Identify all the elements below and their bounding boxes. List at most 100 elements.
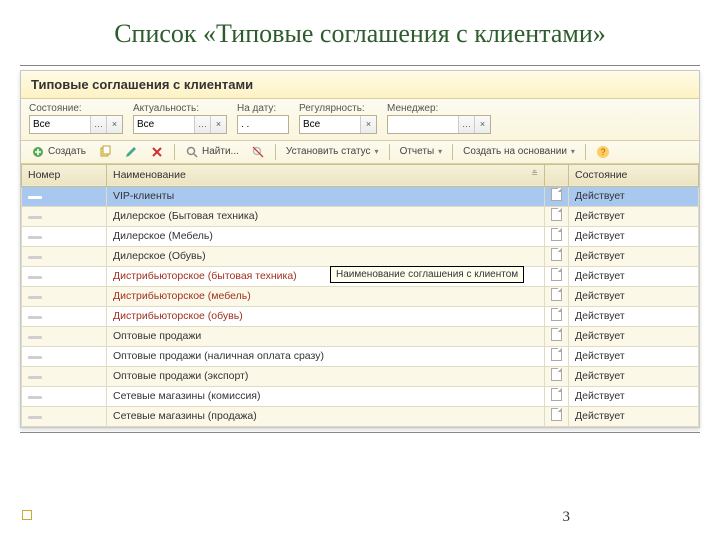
row-name-cell: Дилерское (Мебель) xyxy=(107,226,545,246)
row-icon xyxy=(28,356,42,359)
col-number[interactable]: Номер xyxy=(22,164,107,186)
row-name-cell: Оптовые продажи (наличная оплата сразу) xyxy=(107,346,545,366)
row-icon xyxy=(28,196,42,199)
table-row[interactable]: Оптовые продажи (экспорт)Действует xyxy=(22,366,699,386)
row-state-cell: Действует xyxy=(569,286,699,306)
table-row[interactable]: VIP-клиентыДействует xyxy=(22,186,699,206)
clear-search-icon xyxy=(251,145,265,159)
clear-button[interactable]: × xyxy=(360,116,376,133)
edit-button[interactable] xyxy=(120,144,142,160)
filter-bar: Состояние: … × Актуальность: … × На дату… xyxy=(21,99,699,141)
row-state-cell: Действует xyxy=(569,186,699,206)
filter-relevance-field[interactable] xyxy=(134,116,194,133)
clear-button[interactable]: × xyxy=(210,116,226,133)
clear-search-button[interactable] xyxy=(247,144,269,160)
row-number-cell xyxy=(22,346,107,366)
row-doc-cell xyxy=(545,266,569,286)
chevron-down-icon: ▾ xyxy=(438,147,442,156)
create-on-basis-label: Создать на основании xyxy=(463,146,567,157)
pencil-icon xyxy=(124,145,138,159)
col-doc[interactable] xyxy=(545,164,569,186)
row-number-cell xyxy=(22,186,107,206)
col-name[interactable]: Наименование ≞ xyxy=(107,164,545,186)
copy-icon xyxy=(98,145,112,159)
filter-manager: Менеджер: … × xyxy=(387,103,491,134)
filter-state-field[interactable] xyxy=(30,116,90,133)
row-doc-cell xyxy=(545,326,569,346)
row-name-cell: Оптовые продажи (экспорт) xyxy=(107,366,545,386)
table-row[interactable]: Сетевые магазины (комиссия)Действует xyxy=(22,386,699,406)
help-button[interactable]: ? xyxy=(592,144,614,160)
table-row[interactable]: Оптовые продажиДействует xyxy=(22,326,699,346)
filter-manager-input[interactable]: … × xyxy=(387,115,491,134)
clear-button[interactable]: × xyxy=(106,116,122,133)
row-icon xyxy=(28,416,42,419)
row-doc-cell xyxy=(545,226,569,246)
row-doc-cell xyxy=(545,366,569,386)
delete-icon xyxy=(150,145,164,159)
table-row[interactable]: Дистрибьюторское (мебель)Действует xyxy=(22,286,699,306)
document-icon xyxy=(551,188,562,201)
table-row[interactable]: Дилерское (Бытовая техника)Действует xyxy=(22,206,699,226)
row-state-cell: Действует xyxy=(569,226,699,246)
row-state-cell: Действует xyxy=(569,406,699,426)
create-label: Создать xyxy=(48,146,86,157)
row-icon xyxy=(28,216,42,219)
filter-state-label: Состояние: xyxy=(29,103,123,114)
row-state-cell: Действует xyxy=(569,246,699,266)
set-status-button[interactable]: Установить статус▾ xyxy=(282,145,383,158)
col-state[interactable]: Состояние xyxy=(569,164,699,186)
document-icon xyxy=(551,348,562,361)
filter-date-label: На дату: xyxy=(237,103,289,114)
row-icon xyxy=(28,256,42,259)
row-state-cell: Действует xyxy=(569,386,699,406)
row-icon xyxy=(28,276,42,279)
row-number-cell xyxy=(22,386,107,406)
document-icon xyxy=(551,268,562,281)
create-on-basis-button[interactable]: Создать на основании ▾ xyxy=(459,145,579,158)
filter-regularity-label: Регулярность: xyxy=(299,103,377,114)
filter-date-field[interactable] xyxy=(238,116,288,133)
row-number-cell xyxy=(22,286,107,306)
ellipsis-button[interactable]: … xyxy=(90,116,106,133)
row-number-cell xyxy=(22,246,107,266)
page-number: 3 xyxy=(563,509,571,526)
table-row[interactable]: Оптовые продажи (наличная оплата сразу) Д… xyxy=(22,346,699,366)
row-state-cell: Действует xyxy=(569,346,699,366)
clear-button[interactable]: × xyxy=(474,116,490,133)
row-state-cell: Действует xyxy=(569,266,699,286)
table-row[interactable]: Дилерское (Обувь) Действует xyxy=(22,246,699,266)
table-row[interactable]: Дилерское (Мебель) Действует xyxy=(22,226,699,246)
col-name-label: Наименование xyxy=(113,169,186,181)
chevron-down-icon: ▾ xyxy=(571,147,575,156)
document-icon xyxy=(551,328,562,341)
document-icon xyxy=(551,308,562,321)
filter-regularity-input[interactable]: × xyxy=(299,115,377,134)
ellipsis-button[interactable]: … xyxy=(458,116,474,133)
toolbar-separator xyxy=(452,144,453,160)
find-button[interactable]: Найти... xyxy=(181,144,243,160)
agreements-table: Номер Наименование ≞ Состояние VIP-клиент… xyxy=(21,164,699,427)
sort-asc-icon: ≞ xyxy=(531,169,538,178)
svg-text:?: ? xyxy=(600,147,605,157)
filter-manager-field[interactable] xyxy=(388,116,458,133)
row-number-cell xyxy=(22,406,107,426)
row-number-cell xyxy=(22,366,107,386)
filter-relevance-input[interactable]: … × xyxy=(133,115,227,134)
document-icon xyxy=(551,228,562,241)
filter-state-input[interactable]: … × xyxy=(29,115,123,134)
filter-date-input[interactable] xyxy=(237,115,289,134)
reports-button[interactable]: Отчеты▾ xyxy=(396,145,447,158)
create-button[interactable]: Создать xyxy=(27,144,90,160)
row-name-cell: Дилерское (Обувь) xyxy=(107,246,545,266)
window-title: Типовые соглашения с клиентами xyxy=(21,71,699,99)
divider xyxy=(20,432,700,433)
ellipsis-button[interactable]: … xyxy=(194,116,210,133)
table-row[interactable]: Дистрибьюторское (обувь)Действует xyxy=(22,306,699,326)
row-name-cell: Дистрибьюторское (обувь) xyxy=(107,306,545,326)
filter-regularity-field[interactable] xyxy=(300,116,360,133)
copy-button[interactable] xyxy=(94,144,116,160)
row-doc-cell xyxy=(545,206,569,226)
table-row[interactable]: Сетевые магазины (продажа)Действует xyxy=(22,406,699,426)
delete-button[interactable] xyxy=(146,144,168,160)
